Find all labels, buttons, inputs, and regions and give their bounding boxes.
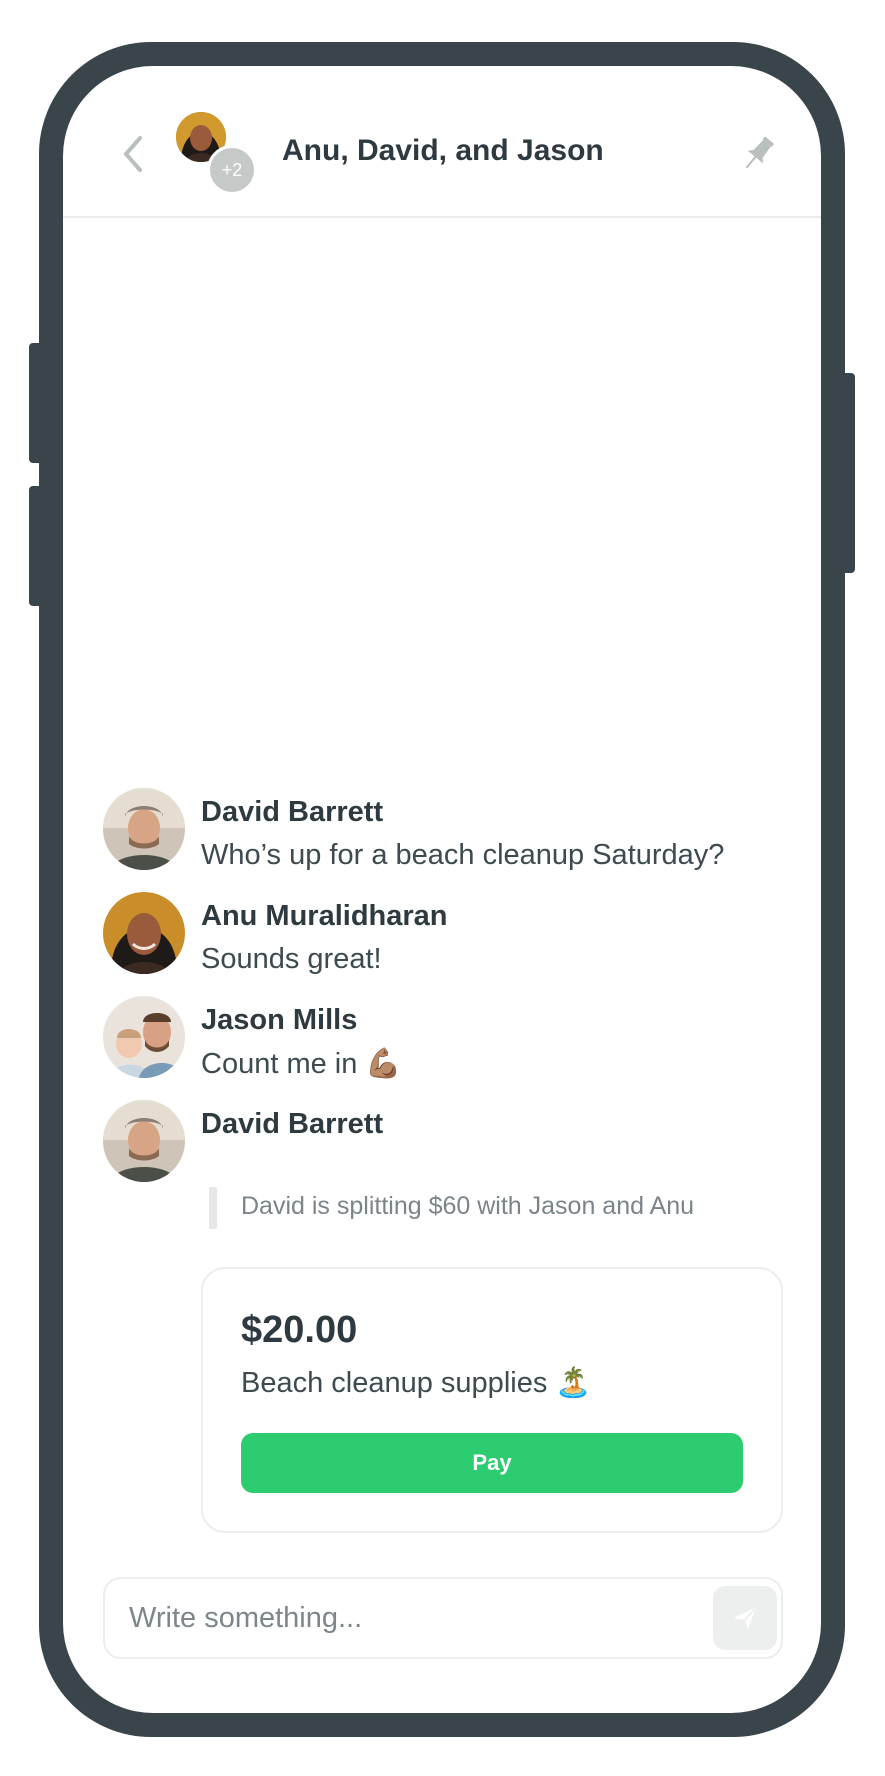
message-input[interactable]: [129, 1593, 689, 1643]
split-note: Beach cleanup supplies 🏝️: [241, 1367, 592, 1399]
message-text: Sounds great!: [201, 943, 382, 975]
split-request-card: $20.00 Beach cleanup supplies 🏝️ Pay: [201, 1267, 783, 1533]
chevron-left-icon: [124, 136, 142, 172]
message-text: Count me in 💪🏽: [201, 1048, 402, 1080]
avatar-david-barrett[interactable]: [103, 788, 185, 870]
participant-overflow-badge: +2: [207, 145, 257, 195]
message-sender: Jason Mills: [201, 1004, 358, 1036]
avatar-david-barrett[interactable]: [103, 1100, 185, 1182]
message-sender: David Barrett: [201, 1108, 384, 1140]
quote-bar: [209, 1187, 217, 1229]
avatar-jason-mills[interactable]: [103, 996, 185, 1078]
chat-screen: +2 Anu, David, and Jason David Barrett W…: [63, 66, 821, 1713]
message-sender: Anu Muralidharan: [201, 900, 448, 932]
pin-icon: [745, 136, 774, 169]
send-icon: [734, 1606, 757, 1629]
split-description: David is splitting $60 with Jason and An…: [241, 1192, 695, 1220]
message-item: Jason Mills Count me in 💪🏽: [103, 996, 783, 1086]
message-item: David Barrett Who’s up for a beach clean…: [103, 788, 783, 878]
message-text: Who’s up for a beach cleanup Saturday?: [201, 839, 725, 871]
pay-button[interactable]: Pay: [241, 1433, 743, 1493]
chat-header: +2 Anu, David, and Jason: [63, 66, 821, 218]
avatar-anu-muralidharan[interactable]: [103, 892, 185, 974]
split-amount: $20.00: [241, 1309, 358, 1351]
send-button[interactable]: [713, 1586, 777, 1650]
message-item: Anu Muralidharan Sounds great!: [103, 892, 783, 982]
back-button[interactable]: [118, 134, 148, 174]
chat-title[interactable]: Anu, David, and Jason: [282, 134, 604, 168]
desert-island-emoji: 🏝️: [555, 1367, 592, 1399]
message-sender: David Barrett: [201, 796, 384, 828]
message-item: David Barrett: [103, 1100, 783, 1190]
message-composer: [103, 1577, 783, 1659]
flexed-biceps-emoji: 💪🏽: [365, 1048, 402, 1080]
pin-button[interactable]: [740, 132, 776, 176]
